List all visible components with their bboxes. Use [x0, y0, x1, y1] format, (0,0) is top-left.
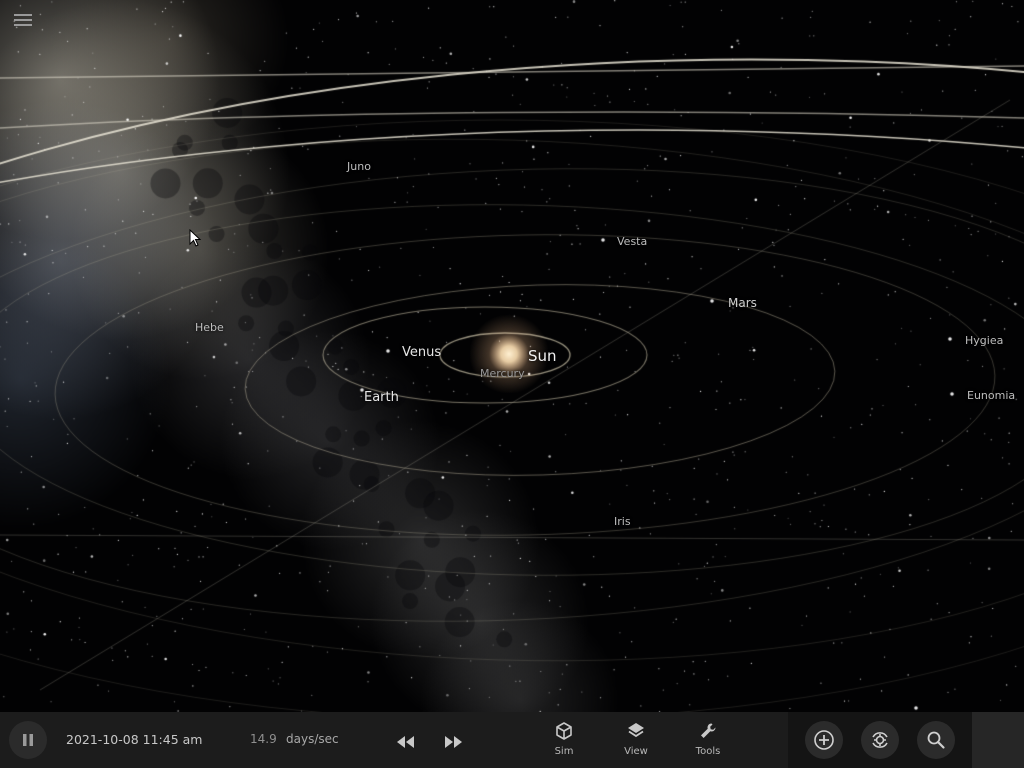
bottom-toolbar: 2021-10-08 11:45 am 14.9 days/sec Sim Vi… [0, 712, 1024, 768]
menu-icon[interactable] [14, 14, 32, 29]
rewind-icon[interactable] [395, 736, 415, 748]
label-mars[interactable]: Mars [728, 296, 757, 310]
label-mercury[interactable]: Mercury [480, 367, 525, 380]
cube-icon [556, 722, 572, 740]
view-label: View [624, 746, 648, 757]
tools-label: Tools [695, 746, 721, 757]
label-earth[interactable]: Earth [364, 390, 399, 405]
recenter-icon [872, 732, 888, 748]
label-juno[interactable]: Juno [347, 160, 371, 173]
view-button[interactable]: View [614, 720, 658, 757]
label-venus[interactable]: Venus [402, 345, 441, 360]
sim-label: Sim [554, 746, 574, 757]
solar-system-viewport[interactable] [0, 0, 1024, 712]
search-button[interactable] [917, 721, 955, 759]
pause-icon [23, 734, 33, 746]
add-button[interactable] [805, 721, 843, 759]
tools-button[interactable]: Tools [686, 720, 730, 757]
plus-circle-icon [814, 730, 834, 750]
search-icon [927, 731, 945, 749]
mouse-cursor-icon [189, 229, 202, 247]
toolbar-end-panel [972, 712, 1024, 768]
label-eunomia[interactable]: Eunomia [967, 389, 1015, 402]
label-sun[interactable]: Sun [528, 347, 557, 365]
fast-forward-icon[interactable] [444, 736, 464, 748]
label-hebe[interactable]: Hebe [195, 321, 224, 334]
speed-value[interactable]: 14.9 [250, 732, 277, 746]
wrench-icon [701, 723, 716, 738]
pause-button[interactable] [9, 721, 47, 759]
speed-unit: days/sec [286, 732, 339, 746]
simulation-datetime[interactable]: 2021-10-08 11:45 am [66, 732, 202, 747]
label-hygiea[interactable]: Hygiea [965, 334, 1003, 347]
layers-icon [628, 723, 644, 738]
label-iris[interactable]: Iris [614, 515, 631, 528]
label-vesta[interactable]: Vesta [617, 235, 647, 248]
recenter-button[interactable] [861, 721, 899, 759]
sim-button[interactable]: Sim [542, 720, 586, 757]
